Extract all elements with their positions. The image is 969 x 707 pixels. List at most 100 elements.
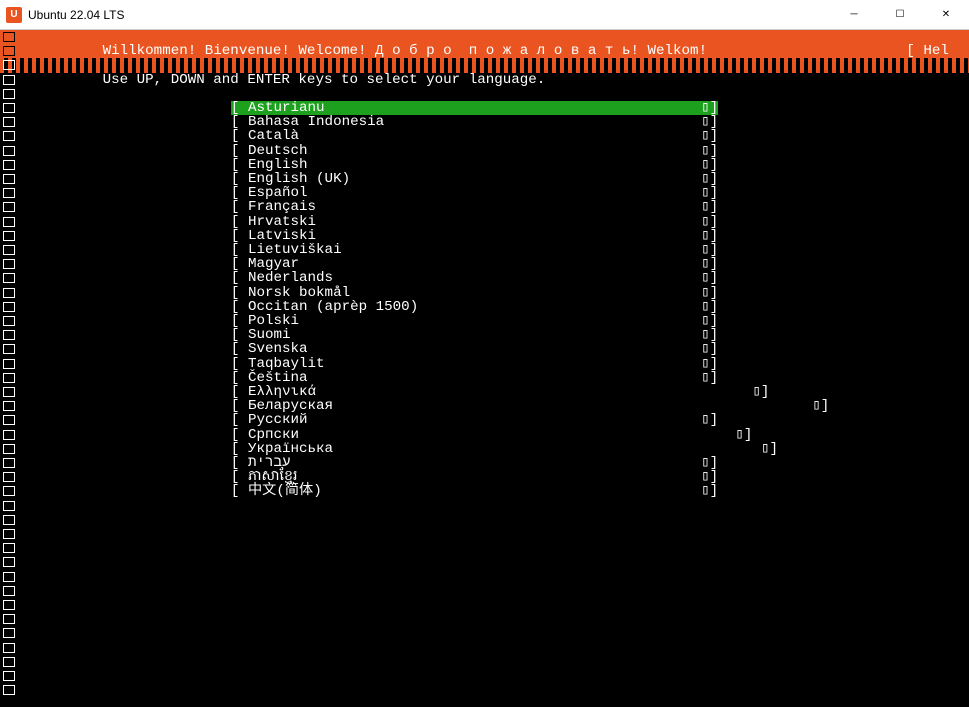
- left-margin-box-icon: [3, 586, 15, 596]
- language-close-bracket: ▯]: [701, 200, 718, 214]
- left-margin-box-icon: [3, 458, 15, 468]
- language-close-bracket: ▯]: [701, 172, 718, 186]
- left-margin-box-icon: [3, 202, 15, 212]
- left-margin-box-icon: [3, 614, 15, 624]
- left-margin-box-icon: [3, 572, 15, 582]
- left-margin-box-icon: [3, 231, 15, 241]
- language-close-bracket: ▯]: [701, 215, 718, 229]
- maximize-button[interactable]: ☐: [877, 0, 923, 30]
- terminal-screen: Willkommen! Bienvenue! Welcome! Д о б р …: [0, 30, 969, 707]
- left-margin-box-icon: [3, 515, 15, 525]
- language-close-bracket: ▯]: [701, 115, 718, 129]
- language-close-bracket: ▯]: [701, 144, 718, 158]
- language-close-bracket: ▯]: [701, 357, 718, 371]
- language-open-bracket: [: [231, 470, 248, 484]
- language-close-bracket: ▯]: [701, 413, 718, 427]
- language-item[interactable]: Català: [248, 129, 299, 143]
- language-close-bracket: ▯]: [701, 129, 718, 143]
- language-open-bracket: [: [231, 328, 248, 342]
- language-open-bracket: [: [231, 229, 248, 243]
- language-item[interactable]: Bahasa Indonesia: [248, 115, 384, 129]
- welcome-text: Willkommen! Bienvenue! Welcome! Д о б р …: [103, 44, 708, 58]
- language-close-bracket: ▯]: [701, 484, 718, 498]
- language-open-bracket: [: [231, 300, 248, 314]
- language-item[interactable]: Čeština: [248, 371, 308, 385]
- language-open-bracket: [: [231, 129, 248, 143]
- left-margin-box-icon: [3, 543, 15, 553]
- left-margin-box-icon: [3, 685, 15, 695]
- language-item-selected[interactable]: Asturianu: [248, 101, 325, 115]
- left-margin-box-icon: [3, 131, 15, 141]
- language-open-bracket: [: [231, 357, 248, 371]
- language-close-bracket: ▯]: [812, 399, 829, 413]
- language-open-bracket: [: [231, 243, 248, 257]
- language-item[interactable]: English: [248, 158, 308, 172]
- language-open-bracket: [: [231, 342, 248, 356]
- language-item[interactable]: Latviski: [248, 229, 316, 243]
- left-margin-box-icon: [3, 643, 15, 653]
- language-item[interactable]: Español: [248, 186, 308, 200]
- language-open-bracket: [: [231, 115, 248, 129]
- language-item[interactable]: Suomi: [248, 328, 291, 342]
- language-open-bracket: [: [231, 257, 248, 271]
- left-margin-box-icon: [3, 557, 15, 567]
- language-item[interactable]: Polski: [248, 314, 299, 328]
- language-open-bracket: [: [231, 484, 248, 498]
- left-margin-box-icon: [3, 330, 15, 340]
- help-hint[interactable]: [ Hel: [906, 44, 949, 58]
- instruction-text: Use UP, DOWN and ENTER keys to select yo…: [103, 73, 546, 87]
- language-close-bracket: ▯]: [701, 342, 718, 356]
- left-margin-box-icon: [3, 302, 15, 312]
- ubuntu-icon: U: [6, 7, 22, 23]
- language-open-bracket: [: [231, 442, 248, 456]
- language-item[interactable]: Русский: [248, 413, 308, 427]
- language-close-bracket: ▯]: [701, 470, 718, 484]
- left-margin-box-icon: [3, 657, 15, 667]
- minimize-button[interactable]: ─: [831, 0, 877, 30]
- left-margin-box-icon: [3, 600, 15, 610]
- language-close-bracket: ▯]: [701, 300, 718, 314]
- language-item[interactable]: 中文(简体): [248, 484, 322, 498]
- language-close-bracket: ▯]: [701, 158, 718, 172]
- left-margin-box-icon: [3, 387, 15, 397]
- left-margin-box-icon: [3, 288, 15, 298]
- language-item[interactable]: Svenska: [248, 342, 308, 356]
- language-open-bracket: [: [231, 158, 248, 172]
- language-item[interactable]: Hrvatski: [248, 215, 316, 229]
- left-margin-box-icon: [3, 245, 15, 255]
- language-item[interactable]: Occitan (aprèp 1500): [248, 300, 418, 314]
- language-open-bracket: [: [231, 172, 248, 186]
- left-margin-box-icon: [3, 444, 15, 454]
- language-item[interactable]: Ελληνικά: [248, 385, 316, 399]
- language-open-bracket: [: [231, 215, 248, 229]
- left-margin-box-icon: [3, 472, 15, 482]
- close-button[interactable]: ✕: [923, 0, 969, 30]
- language-close-bracket: ▯]: [701, 229, 718, 243]
- divider-stipple: [0, 58, 969, 72]
- language-item[interactable]: English (UK): [248, 172, 350, 186]
- left-margin-box-icon: [3, 359, 15, 369]
- language-item[interactable]: Deutsch: [248, 144, 308, 158]
- language-close-bracket: ▯]: [701, 328, 718, 342]
- language-item[interactable]: Magyar: [248, 257, 299, 271]
- language-item[interactable]: Norsk bokmål: [248, 286, 350, 300]
- left-margin-box-icon: [3, 273, 15, 283]
- language-item[interactable]: Nederlands: [248, 271, 333, 285]
- window-titlebar: U Ubuntu 22.04 LTS ─ ☐ ✕: [0, 0, 969, 30]
- language-item[interactable]: Українська: [248, 442, 333, 456]
- left-margin-box-icon: [3, 501, 15, 511]
- left-margin-box-icon: [3, 344, 15, 354]
- language-close-bracket: ▯]: [701, 456, 718, 470]
- language-close-bracket: ▯]: [735, 428, 752, 442]
- left-margin-box-icon: [3, 117, 15, 127]
- language-item[interactable]: Српски: [248, 428, 299, 442]
- language-close-bracket: ▯]: [701, 371, 718, 385]
- language-open-bracket: [: [231, 101, 248, 115]
- language-item[interactable]: Français: [248, 200, 316, 214]
- language-item[interactable]: Taqbaylit: [248, 357, 325, 371]
- language-close-bracket: ▯]: [701, 271, 718, 285]
- left-margin-box-icon: [3, 60, 15, 70]
- left-margin-box-icon: [3, 430, 15, 440]
- left-margin-box-icon: [3, 217, 15, 227]
- language-item[interactable]: Lietuviškai: [248, 243, 342, 257]
